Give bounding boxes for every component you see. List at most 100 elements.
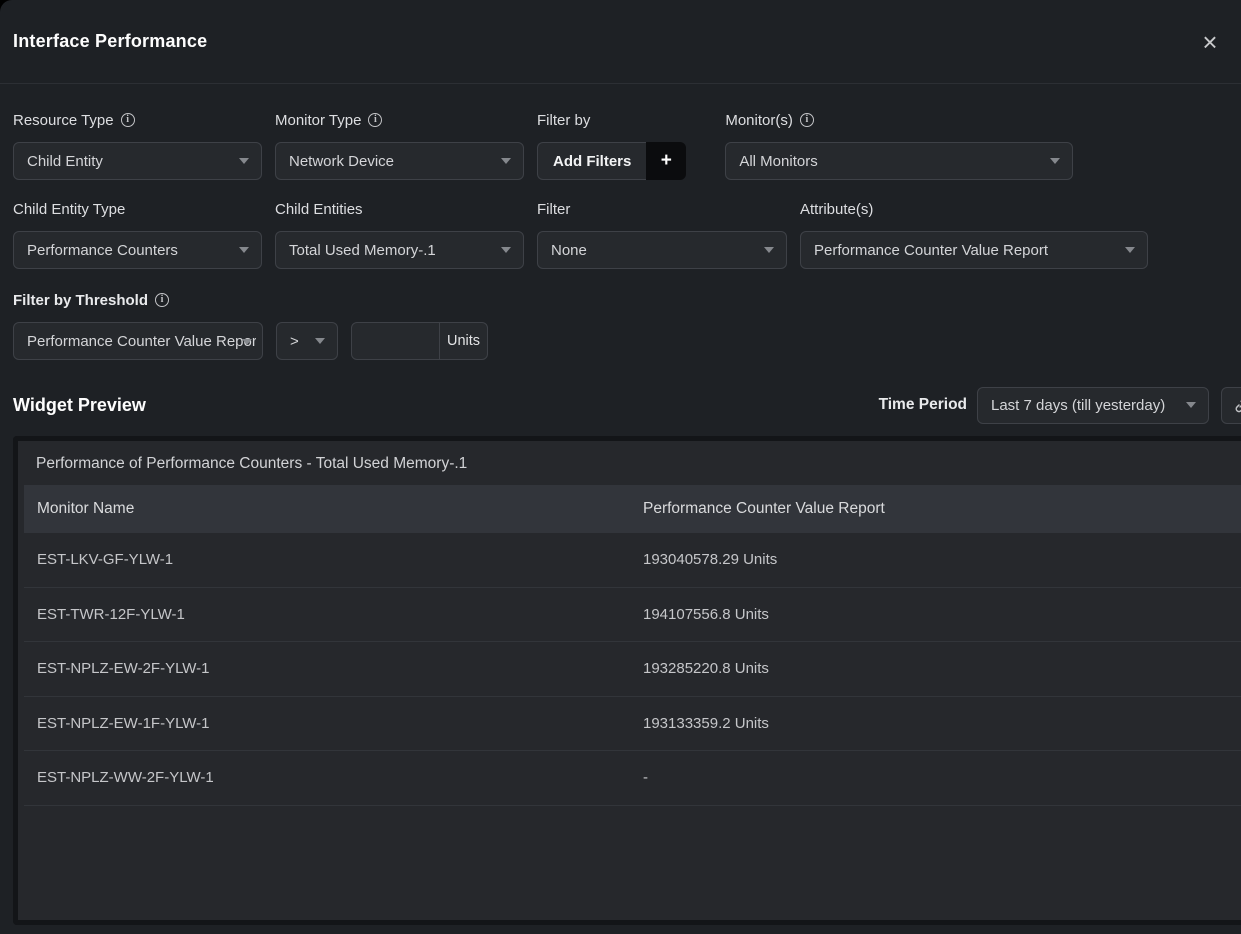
filters-row-3: Filter by Threshold i Performance Counte…: [13, 291, 1241, 360]
add-filters-group: Add Filters +: [537, 142, 686, 180]
resource-type-label-row: Resource Type i: [13, 111, 262, 129]
time-period-select[interactable]: Last 7 days (till yesterday): [977, 387, 1209, 424]
counter-value-cell: 194107556.8 Units: [630, 606, 1241, 623]
link-icon: [1233, 396, 1241, 414]
threshold-value-field: Units: [338, 291, 488, 360]
child-entity-type-select[interactable]: Performance Counters: [13, 231, 262, 269]
threshold-value-input[interactable]: [352, 323, 439, 359]
threshold-operator-spacer: [276, 291, 338, 309]
filter-value: None: [551, 242, 587, 259]
info-icon[interactable]: i: [368, 113, 382, 127]
filters-section: Resource Type i Child Entity Monitor Typ…: [0, 111, 1241, 360]
counter-value-cell: 193285220.8 Units: [630, 660, 1241, 677]
counter-value-cell: 193133359.2 Units: [630, 715, 1241, 732]
filter-by-label-row: Filter by: [537, 111, 686, 129]
column-header-monitor-name: Monitor Name: [24, 500, 630, 518]
monitor-name-cell: EST-LKV-GF-YLW-1: [24, 551, 630, 568]
chevron-down-icon: [239, 158, 249, 164]
chevron-down-icon: [1186, 402, 1196, 408]
threshold-label-row: Filter by Threshold i: [13, 291, 263, 309]
monitors-label-row: Monitor(s) i: [725, 111, 1073, 129]
chevron-down-icon: [239, 247, 249, 253]
filters-row-2: Child Entity Type Performance Counters C…: [13, 200, 1241, 269]
monitor-type-label-row: Monitor Type i: [275, 111, 524, 129]
filter-label-row: Filter: [537, 200, 787, 218]
monitor-type-field: Monitor Type i Network Device: [275, 111, 524, 180]
chevron-down-icon: [764, 247, 774, 253]
monitors-value: All Monitors: [739, 153, 817, 170]
time-period-label: Time Period: [879, 396, 967, 414]
table-row[interactable]: EST-NPLZ-EW-2F-YLW-1 193285220.8 Units: [24, 642, 1241, 697]
child-entities-field: Child Entities Total Used Memory-.1: [275, 200, 524, 269]
attributes-label: Attribute(s): [800, 201, 873, 218]
chevron-down-icon: [1125, 247, 1135, 253]
column-header-counter-value: Performance Counter Value Report: [630, 500, 1241, 518]
child-entity-type-field: Child Entity Type Performance Counters: [13, 200, 262, 269]
table-header-row: Monitor Name Performance Counter Value R…: [24, 485, 1241, 533]
info-icon[interactable]: i: [155, 293, 169, 307]
attributes-label-row: Attribute(s): [800, 200, 1148, 218]
threshold-value-spacer: [338, 291, 488, 309]
monitors-field: Monitor(s) i All Monitors: [725, 111, 1073, 180]
attributes-select[interactable]: Performance Counter Value Report: [800, 231, 1148, 269]
interface-performance-dialog: Interface Performance × Resource Type i …: [0, 0, 1241, 934]
child-entities-value: Total Used Memory-.1: [289, 242, 436, 259]
info-icon[interactable]: i: [800, 113, 814, 127]
widget-preview-bar: Widget Preview Time Period Last 7 days (…: [0, 386, 1241, 424]
threshold-unit-label: Units: [439, 323, 487, 359]
monitor-type-select[interactable]: Network Device: [275, 142, 524, 180]
chevron-down-icon: [501, 247, 511, 253]
dialog-title: Interface Performance: [13, 31, 207, 52]
filter-field: Filter None: [537, 200, 787, 269]
table-row[interactable]: EST-LKV-GF-YLW-1 193040578.29 Units: [24, 533, 1241, 588]
add-filters-button[interactable]: Add Filters: [537, 142, 646, 180]
dialog-header: Interface Performance ×: [0, 0, 1241, 84]
threshold-operator-value: >: [290, 333, 299, 350]
monitor-type-value: Network Device: [289, 153, 394, 170]
table-row[interactable]: EST-NPLZ-WW-2F-YLW-1 -: [24, 751, 1241, 806]
monitors-label: Monitor(s): [725, 112, 793, 129]
monitor-type-label: Monitor Type: [275, 112, 361, 129]
filter-by-label: Filter by: [537, 112, 590, 129]
time-period-group: Time Period Last 7 days (till yesterday): [879, 387, 1241, 424]
child-entity-type-label: Child Entity Type: [13, 201, 125, 218]
chevron-down-icon: [1050, 158, 1060, 164]
child-entities-select[interactable]: Total Used Memory-.1: [275, 231, 524, 269]
child-entities-label: Child Entities: [275, 201, 363, 218]
threshold-metric-value: Performance Counter Value Report: [27, 333, 256, 350]
widget-preview-heading: Widget Preview: [13, 395, 146, 416]
widget-preview-panel: Performance of Performance Counters - To…: [13, 436, 1241, 925]
counter-value-cell: -: [630, 769, 1241, 786]
threshold-input-group: Units: [351, 322, 488, 360]
threshold-metric-select[interactable]: Performance Counter Value Report: [13, 322, 263, 360]
child-entity-type-value: Performance Counters: [27, 242, 178, 259]
table-body: EST-LKV-GF-YLW-1 193040578.29 Units EST-…: [24, 533, 1241, 806]
threshold-operator-field: >: [276, 291, 338, 360]
plus-icon[interactable]: +: [646, 142, 686, 180]
time-period-value: Last 7 days (till yesterday): [991, 397, 1165, 414]
close-icon[interactable]: ×: [1195, 27, 1225, 57]
table-row[interactable]: EST-TWR-12F-YLW-1 194107556.8 Units: [24, 588, 1241, 643]
resource-type-value: Child Entity: [27, 153, 103, 170]
link-button[interactable]: [1221, 387, 1241, 424]
table-row[interactable]: EST-NPLZ-EW-1F-YLW-1 193133359.2 Units: [24, 697, 1241, 752]
preview-table: Monitor Name Performance Counter Value R…: [24, 485, 1241, 806]
monitor-name-cell: EST-TWR-12F-YLW-1: [24, 606, 630, 623]
filter-by-field: Filter by Add Filters +: [537, 111, 686, 180]
info-icon[interactable]: i: [121, 113, 135, 127]
threshold-operator-select[interactable]: >: [276, 322, 338, 360]
filters-row-1: Resource Type i Child Entity Monitor Typ…: [13, 111, 1241, 180]
monitor-name-cell: EST-NPLZ-EW-2F-YLW-1: [24, 660, 630, 677]
attributes-value: Performance Counter Value Report: [814, 242, 1048, 259]
filter-select[interactable]: None: [537, 231, 787, 269]
resource-type-select[interactable]: Child Entity: [13, 142, 262, 180]
resource-type-label: Resource Type: [13, 112, 114, 129]
monitors-select[interactable]: All Monitors: [725, 142, 1073, 180]
counter-value-cell: 193040578.29 Units: [630, 551, 1241, 568]
monitor-name-cell: EST-NPLZ-EW-1F-YLW-1: [24, 715, 630, 732]
attributes-field: Attribute(s) Performance Counter Value R…: [800, 200, 1148, 269]
threshold-label: Filter by Threshold: [13, 292, 148, 309]
chevron-down-icon: [501, 158, 511, 164]
chevron-down-icon: [315, 338, 325, 344]
monitor-name-cell: EST-NPLZ-WW-2F-YLW-1: [24, 769, 630, 786]
